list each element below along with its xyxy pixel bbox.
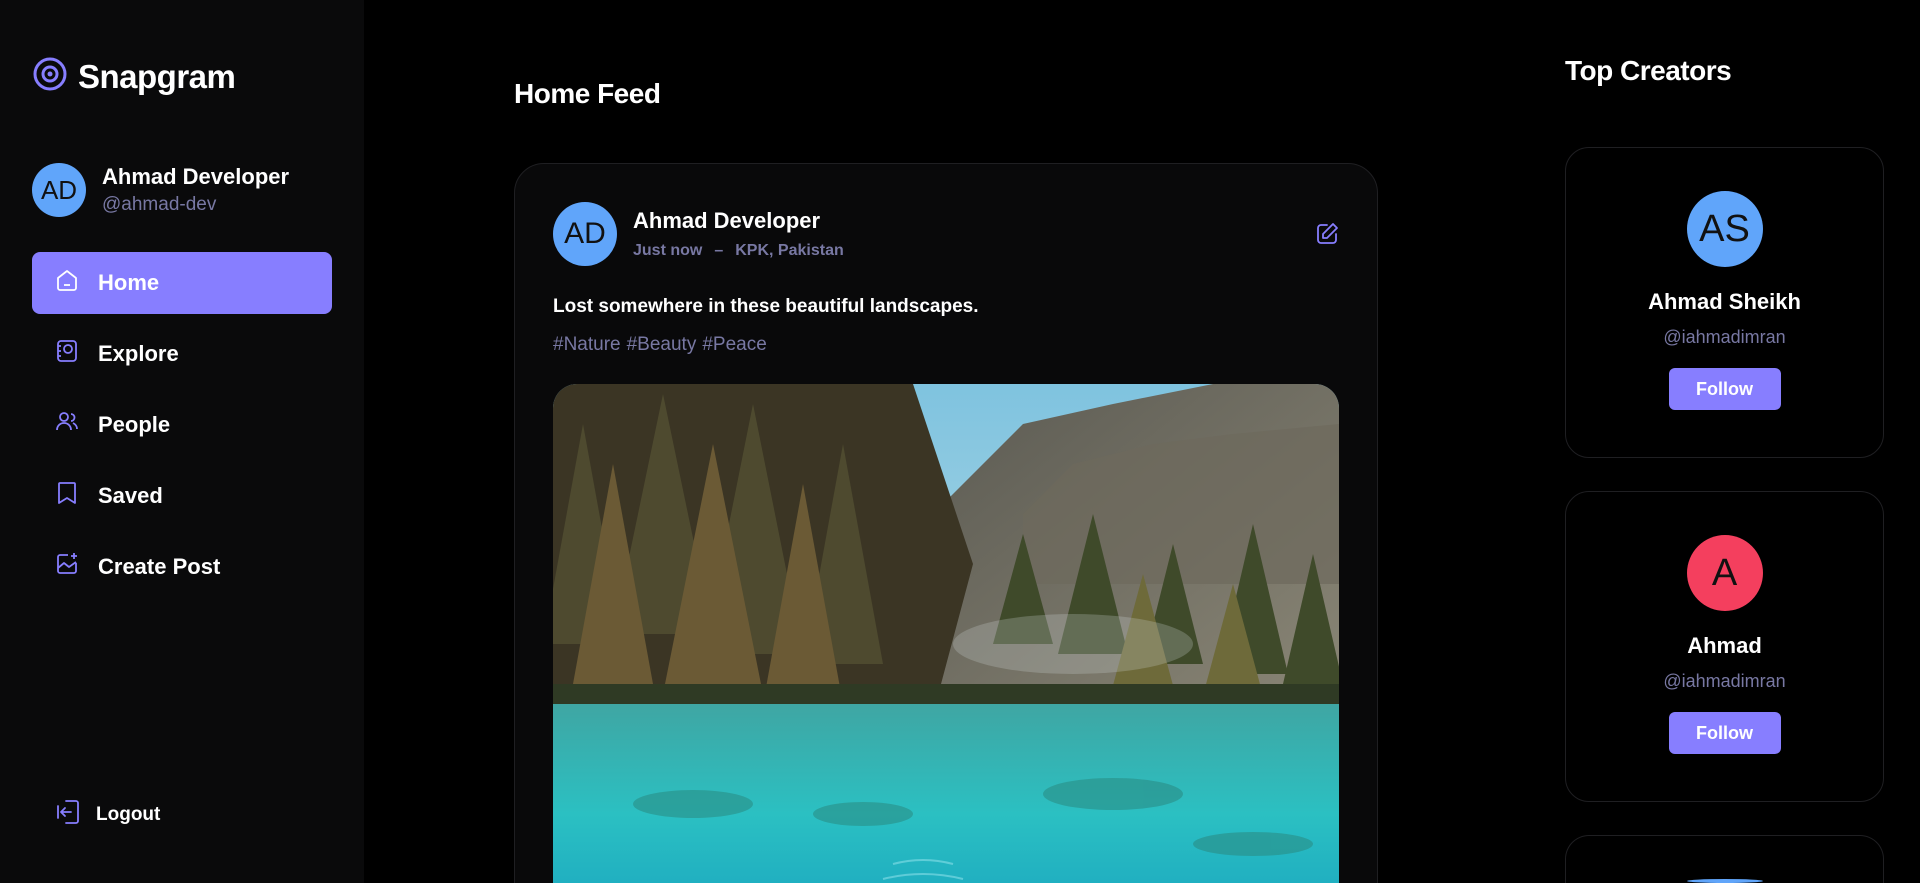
- nav-label: People: [98, 412, 171, 437]
- app-title: Snapgram: [78, 57, 236, 95]
- people-icon: [54, 409, 80, 441]
- creator-card: [1565, 835, 1884, 883]
- creator-card: A Ahmad @iahmadimran Follow: [1565, 491, 1884, 802]
- meta-separator: –: [714, 242, 724, 259]
- hashtag[interactable]: #Nature: [553, 334, 621, 356]
- create-post-icon: [54, 551, 80, 583]
- nav-item-explore[interactable]: Explore: [32, 323, 332, 385]
- post-header: AD Ahmad Developer Just now – KPK, Pakis…: [553, 202, 844, 266]
- explore-icon: [54, 338, 80, 370]
- profile-summary[interactable]: AD Ahmad Developer @ahmad-dev: [32, 163, 289, 217]
- avatar[interactable]: AS: [1686, 191, 1763, 267]
- nav-item-home[interactable]: Home: [32, 252, 332, 314]
- logout-button[interactable]: Logout: [54, 797, 160, 833]
- nav-label: Home: [98, 270, 160, 295]
- hashtag[interactable]: #Peace: [702, 334, 766, 356]
- post-image[interactable]: [553, 384, 1339, 883]
- follow-button[interactable]: Follow: [1668, 712, 1781, 754]
- home-icon: [54, 267, 80, 299]
- creator-handle: @iahmadimran: [1663, 327, 1786, 347]
- nav-label: Explore: [98, 341, 179, 366]
- post-time: Just now: [633, 242, 703, 259]
- logout-icon: [54, 797, 82, 833]
- creator-card: AS Ahmad Sheikh @iahmadimran Follow: [1565, 147, 1884, 458]
- avatar[interactable]: A: [1686, 535, 1763, 611]
- profile-handle: @ahmad-dev: [102, 194, 217, 215]
- post-tags: #Nature #Beauty #Peace: [553, 334, 767, 356]
- top-creators-title: Top Creators: [1565, 55, 1732, 86]
- page-title: Home Feed: [514, 78, 661, 109]
- post-location: KPK, Pakistan: [735, 242, 844, 259]
- edit-icon: [1313, 223, 1341, 252]
- creator-name[interactable]: Ahmad: [1687, 633, 1762, 659]
- logo-icon: [32, 56, 68, 97]
- nav-item-people[interactable]: People: [32, 394, 332, 456]
- logout-label: Logout: [96, 804, 161, 825]
- logo[interactable]: Snapgram: [32, 56, 236, 97]
- post-caption: Lost somewhere in these beautiful landsc…: [553, 296, 979, 317]
- post-card: AD Ahmad Developer Just now – KPK, Pakis…: [514, 163, 1378, 883]
- nav-label: Create Post: [98, 554, 221, 579]
- nav-item-create-post[interactable]: Create Post: [32, 536, 332, 598]
- post-meta: Just now – KPK, Pakistan: [633, 242, 844, 260]
- nav-item-saved[interactable]: Saved: [32, 465, 332, 527]
- app-root: Snapgram AD Ahmad Developer @ahmad-dev H…: [0, 0, 1920, 883]
- avatar[interactable]: AD: [553, 202, 617, 266]
- profile-name: Ahmad Developer: [102, 164, 290, 189]
- creator-name[interactable]: Ahmad Sheikh: [1648, 289, 1801, 315]
- avatar[interactable]: [1686, 879, 1763, 883]
- left-sidebar: Snapgram AD Ahmad Developer @ahmad-dev H…: [0, 0, 364, 883]
- nav-label: Saved: [98, 483, 163, 508]
- main-nav: Home Explore People Saved Create Post: [32, 252, 332, 607]
- avatar: AD: [32, 163, 86, 217]
- saved-icon: [54, 480, 80, 512]
- post-author[interactable]: Ahmad Developer: [633, 208, 844, 234]
- landscape-image: [553, 384, 1339, 883]
- creator-handle: @iahmadimran: [1663, 671, 1786, 691]
- follow-button[interactable]: Follow: [1668, 368, 1781, 410]
- edit-post-button[interactable]: [1313, 220, 1341, 253]
- hashtag[interactable]: #Beauty: [627, 334, 697, 356]
